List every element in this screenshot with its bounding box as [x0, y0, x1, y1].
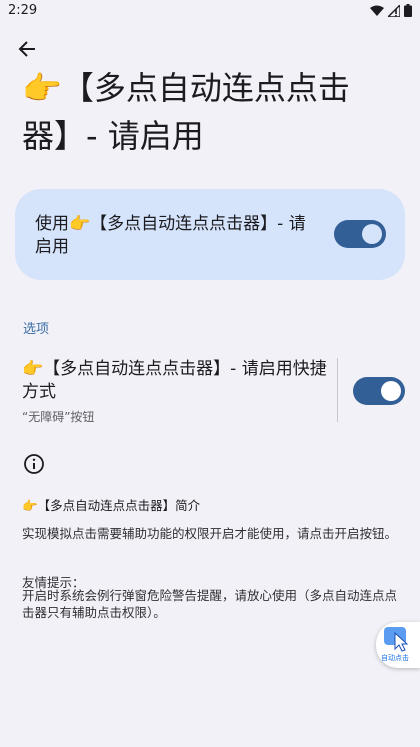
wifi-icon [370, 5, 384, 16]
info-icon [24, 454, 44, 474]
signal-icon [388, 4, 400, 17]
main-toggle-card[interactable]: 使用👉【多点自动连点点击器】- 请启用 [15, 189, 405, 280]
tip-body: 开启时系统会例行弹窗危险警告提醒，请放心使用（多点自动连点点击器只有辅助点击权限… [22, 588, 398, 620]
toggle-knob [381, 381, 401, 401]
page-title: 👉【多点自动连点点击器】- 请启用 [22, 69, 350, 155]
shortcut-subtitle: “无障碍”按钮 [22, 410, 95, 424]
main-toggle-label: 使用👉【多点自动连点点击器】- 请启用 [35, 214, 306, 257]
battery-icon [404, 4, 412, 17]
floating-ball-label: 自动点击 [381, 654, 409, 662]
intro-title: 👉【多点自动连点点击器】简介 [22, 498, 201, 513]
toggle-knob [362, 224, 382, 244]
shortcut-title: 👉【多点自动连点点击器】- 请启用快捷方式 [22, 359, 327, 402]
arrow-back-icon [18, 41, 35, 57]
section-header-options: 选项 [23, 322, 50, 337]
status-time: 2:29 [8, 3, 38, 18]
cursor-click-icon [384, 627, 409, 652]
status-bar: 2:29 [0, 0, 420, 24]
shortcut-toggle-switch[interactable] [353, 377, 405, 405]
intro-body: 实现模拟点击需要辅助功能的权限开启才能使用，请点击开启按钮。 [22, 526, 398, 541]
shortcut-setting-row[interactable]: 👉【多点自动连点点击器】- 请启用快捷方式 “无障碍”按钮 [22, 358, 342, 425]
main-toggle-switch[interactable] [334, 220, 386, 248]
back-button[interactable] [12, 34, 42, 64]
floating-ball-button[interactable]: 自动点击 [376, 622, 420, 668]
vertical-divider [337, 358, 338, 422]
status-icons [370, 4, 412, 17]
